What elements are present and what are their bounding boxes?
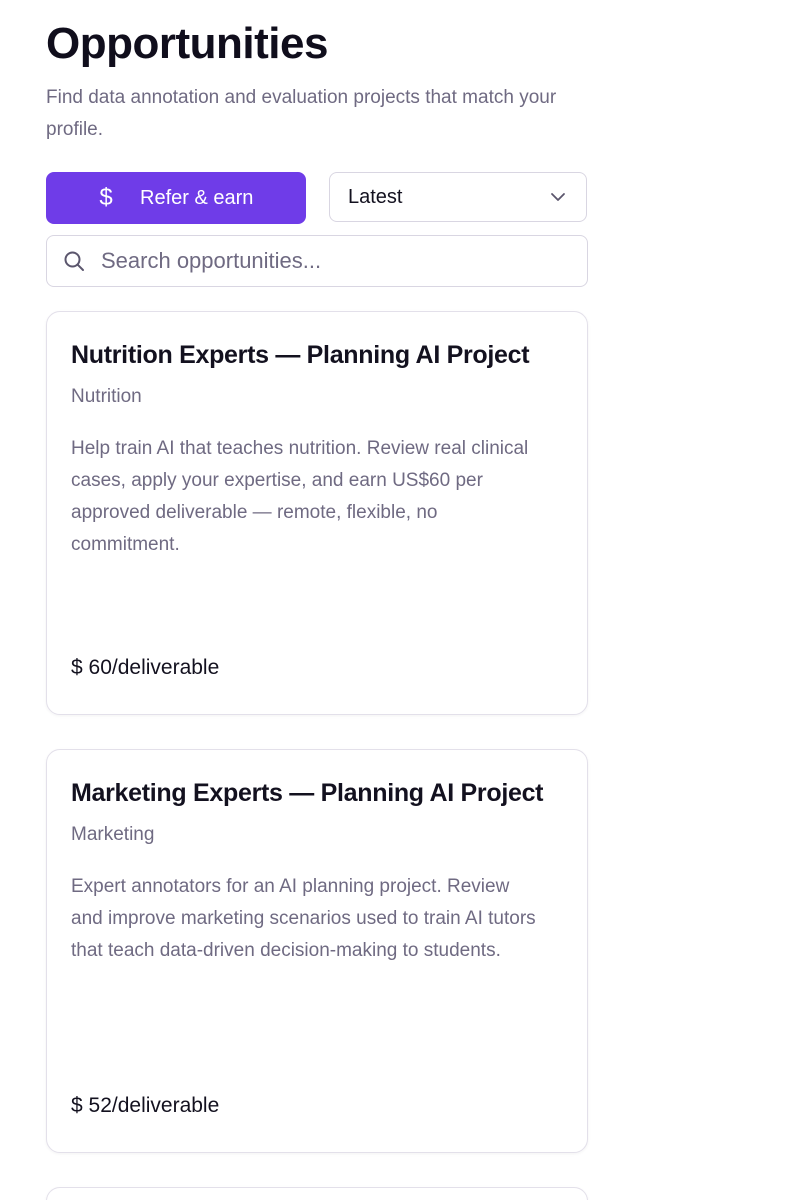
page-title: Opportunities	[46, 19, 328, 68]
sort-select[interactable]: Latest	[329, 172, 587, 222]
opportunity-description: Help train AI that teaches nutrition. Re…	[71, 438, 529, 555]
dollar-icon: $	[99, 184, 113, 211]
search-icon	[64, 251, 84, 271]
search-input[interactable]	[99, 247, 571, 275]
search-box[interactable]	[46, 235, 588, 287]
opportunity-category: Nutrition	[71, 386, 142, 407]
refer-and-earn-button[interactable]: $ Refer & earn	[46, 172, 306, 224]
refer-and-earn-label: Refer & earn	[140, 186, 254, 209]
opportunity-title[interactable]: Nutrition Experts — Planning AI Project	[71, 338, 530, 372]
opportunity-card[interactable]: Nutrition Experts — Planning AI Project …	[46, 311, 588, 715]
opportunity-title[interactable]: Marketing Experts — Planning AI Project	[71, 776, 544, 810]
opportunity-description: Expert annotators for an AI planning pro…	[71, 876, 536, 961]
chevron-down-icon	[551, 193, 565, 201]
opportunity-rate: $ 60/deliverable	[71, 656, 220, 679]
opportunity-card-partial[interactable]	[46, 1187, 588, 1200]
opportunity-rate: $ 52/deliverable	[71, 1094, 220, 1117]
opportunities-page: Opportunities Find data annotation and e…	[0, 0, 790, 1200]
sort-selected-value: Latest	[348, 185, 403, 208]
opportunity-card[interactable]: Marketing Experts — Planning AI Project …	[46, 749, 588, 1153]
opportunity-category: Marketing	[71, 824, 155, 845]
page-subtitle: Find data annotation and evaluation proj…	[46, 87, 557, 140]
